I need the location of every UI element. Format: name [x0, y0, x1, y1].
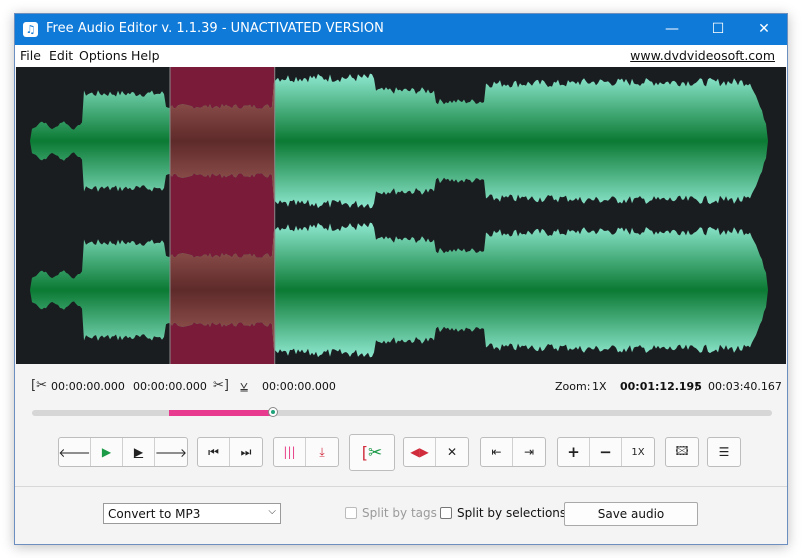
app-window: ♫ Free Audio Editor v. 1.1.39 - UNACTIVA… — [14, 13, 788, 545]
waveform-canvas[interactable] — [16, 67, 786, 364]
split-by-tags-checkbox[interactable] — [345, 507, 357, 519]
zoom-group: + − 1X — [557, 437, 655, 467]
go-end-button[interactable]: ⏭ — [230, 438, 262, 466]
download-icon: ⤓ — [319, 444, 325, 459]
waveform-left-channel[interactable] — [16, 73, 786, 209]
selection-length-time: 00:00:00.000 — [133, 380, 207, 393]
waveform-right-channel[interactable] — [16, 222, 786, 358]
selection-end-icon[interactable]: ✂] — [213, 378, 229, 393]
settings-group: ☰ — [707, 437, 741, 467]
minus-icon: − — [599, 443, 612, 461]
menu-edit[interactable]: Edit — [49, 48, 73, 63]
sliders-icon: ☰ — [718, 445, 730, 459]
play-icon: ▶ — [101, 445, 112, 459]
menu-options[interactable]: Options — [79, 48, 127, 63]
convert-format-value: Convert to MP3 — [108, 507, 201, 521]
minimize-button[interactable]: — — [649, 14, 695, 45]
split-by-selections-label: Split by selections — [457, 506, 567, 520]
menu-help[interactable]: Help — [131, 48, 160, 63]
zoom-reset-label: 1X — [631, 446, 645, 458]
save-audio-button[interactable]: Save audio — [564, 502, 698, 526]
plus-icon: + — [567, 443, 580, 461]
menu-file[interactable]: File — [20, 48, 41, 63]
selection-end-button[interactable]: ⇥ — [513, 438, 545, 466]
image-group: 🖾 — [665, 437, 699, 467]
edit-group: ◀▶ ✕ — [403, 437, 469, 467]
chevron-down-icon: ⌵ — [268, 506, 276, 517]
menu-bar: File Edit Options Help www.dvdvideosoft.… — [15, 45, 787, 67]
zoom-label: Zoom: — [555, 380, 591, 393]
scissors-blade-icon: ✂ — [368, 442, 383, 463]
jump-group: ⏮ ⏭ — [197, 437, 263, 467]
paste-button[interactable]: ◀▶ — [404, 438, 436, 466]
markers-icon: ||| — [283, 445, 296, 459]
selection-end-time[interactable]: 00:00:00.000 — [262, 380, 336, 393]
website-link[interactable]: www.dvdvideosoft.com — [630, 48, 775, 63]
settings-button[interactable]: ☰ — [708, 438, 740, 466]
position-slider-track[interactable] — [32, 410, 772, 416]
go-start-button[interactable]: ⏮ — [198, 438, 230, 466]
paste-icon: ◀▶ — [410, 445, 429, 459]
total-duration-time: 00:03:40.167 — [708, 380, 782, 393]
to-start-icon: ⇤ — [491, 445, 502, 459]
play-button[interactable]: ▶ — [91, 438, 123, 466]
download-button[interactable]: ⤓ — [306, 438, 338, 466]
to-end-icon: ⇥ — [523, 445, 535, 459]
delete-icon: ✕ — [446, 445, 458, 459]
delete-button[interactable]: ✕ — [436, 438, 468, 466]
image-button[interactable]: 🖾 — [666, 438, 698, 466]
playback-group: 🡐 ▶ ▶ 🡒 — [58, 437, 188, 467]
cut-marker-icon[interactable]: ⩣ — [240, 378, 248, 393]
waveform-view[interactable] — [16, 67, 786, 364]
add-marker-button[interactable]: ||| — [274, 438, 306, 466]
app-music-icon: ♫ — [23, 22, 38, 37]
selection-start-icon[interactable]: [✂ — [31, 378, 47, 393]
zoom-in-button[interactable]: + — [558, 438, 590, 466]
play-selection-icon: ▶ — [133, 445, 144, 459]
skip-forward-icon: ⏭ — [240, 444, 252, 459]
selection-start-time[interactable]: 00:00:00.000 — [51, 380, 125, 393]
step-back-button[interactable]: 🡐 — [59, 438, 91, 466]
step-forward-button[interactable]: 🡒 — [155, 438, 187, 466]
window-title: Free Audio Editor v. 1.1.39 - UNACTIVATE… — [46, 21, 384, 36]
current-position-time: 00:01:12.195 — [620, 380, 702, 393]
maximize-button[interactable]: ☐ — [695, 14, 741, 45]
selection-jump-group: ⇤ ⇥ — [480, 437, 546, 467]
cut-button[interactable]: [ ✂ — [349, 434, 395, 471]
arrow-left-icon: 🡐 — [58, 445, 91, 460]
skip-back-icon: ⏮ — [208, 444, 219, 459]
split-by-selections-checkbox[interactable] — [440, 507, 452, 519]
toolbar: 🡐 ▶ ▶ 🡒 ⏮ ⏭ ||| ⤓ [ ✂ ◀▶ ✕ ⇤ ⇥ + − 1X 🖾 … — [15, 434, 787, 484]
play-selection-button[interactable]: ▶ — [123, 438, 155, 466]
title-bar: ♫ Free Audio Editor v. 1.1.39 - UNACTIVA… — [15, 14, 787, 45]
time-separator: / — [695, 380, 699, 393]
split-by-tags-label: Split by tags — [362, 506, 437, 520]
marker-group: ||| ⤓ — [273, 437, 339, 467]
arrow-right-icon: 🡒 — [154, 445, 188, 460]
zoom-reset-button[interactable]: 1X — [622, 438, 654, 466]
zoom-value: 1X — [592, 380, 607, 393]
image-icon: 🖾 — [675, 443, 689, 458]
bottom-panel: Convert to MP3 ⌵ Split by tags Split by … — [15, 487, 787, 544]
selection-start-button[interactable]: ⇤ — [481, 438, 513, 466]
zoom-out-button[interactable]: − — [590, 438, 622, 466]
convert-format-select[interactable]: Convert to MP3 ⌵ — [103, 503, 281, 524]
position-slider-selection — [168, 410, 274, 416]
close-button[interactable]: ✕ — [741, 14, 787, 45]
